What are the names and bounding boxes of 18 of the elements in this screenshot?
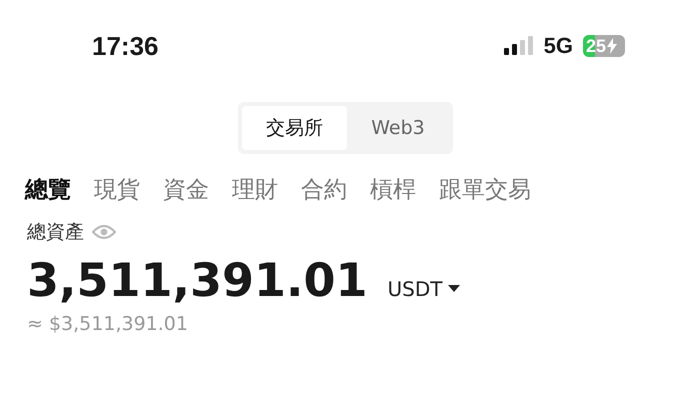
nav-tab[interactable]: 現貨 <box>94 174 140 205</box>
signal-icon <box>504 36 534 56</box>
total-assets-label: 總資產 <box>27 220 84 245</box>
status-time: 17:36 <box>92 30 158 62</box>
nav-tab[interactable]: 理財 <box>232 174 278 205</box>
eye-icon[interactable] <box>92 224 116 240</box>
nav-tab[interactable]: 槓桿 <box>370 174 416 205</box>
segment-tab[interactable]: 交易所 <box>242 106 348 150</box>
approx-value: ≈ $3,511,391.01 <box>27 313 189 335</box>
segment-tab[interactable]: Web3 <box>347 106 449 150</box>
nav-tab[interactable]: 總覽 <box>25 174 71 205</box>
nav-tab[interactable]: 資金 <box>163 174 209 205</box>
total-amount: 3,511,391.01 <box>27 253 368 307</box>
caret-icon <box>448 285 460 293</box>
nav-tab[interactable]: 跟單交易 <box>439 174 531 205</box>
network-label: 5G <box>544 33 573 59</box>
currency-dropdown[interactable]: USDT <box>388 277 460 301</box>
nav-tab[interactable]: 合約 <box>301 174 347 205</box>
